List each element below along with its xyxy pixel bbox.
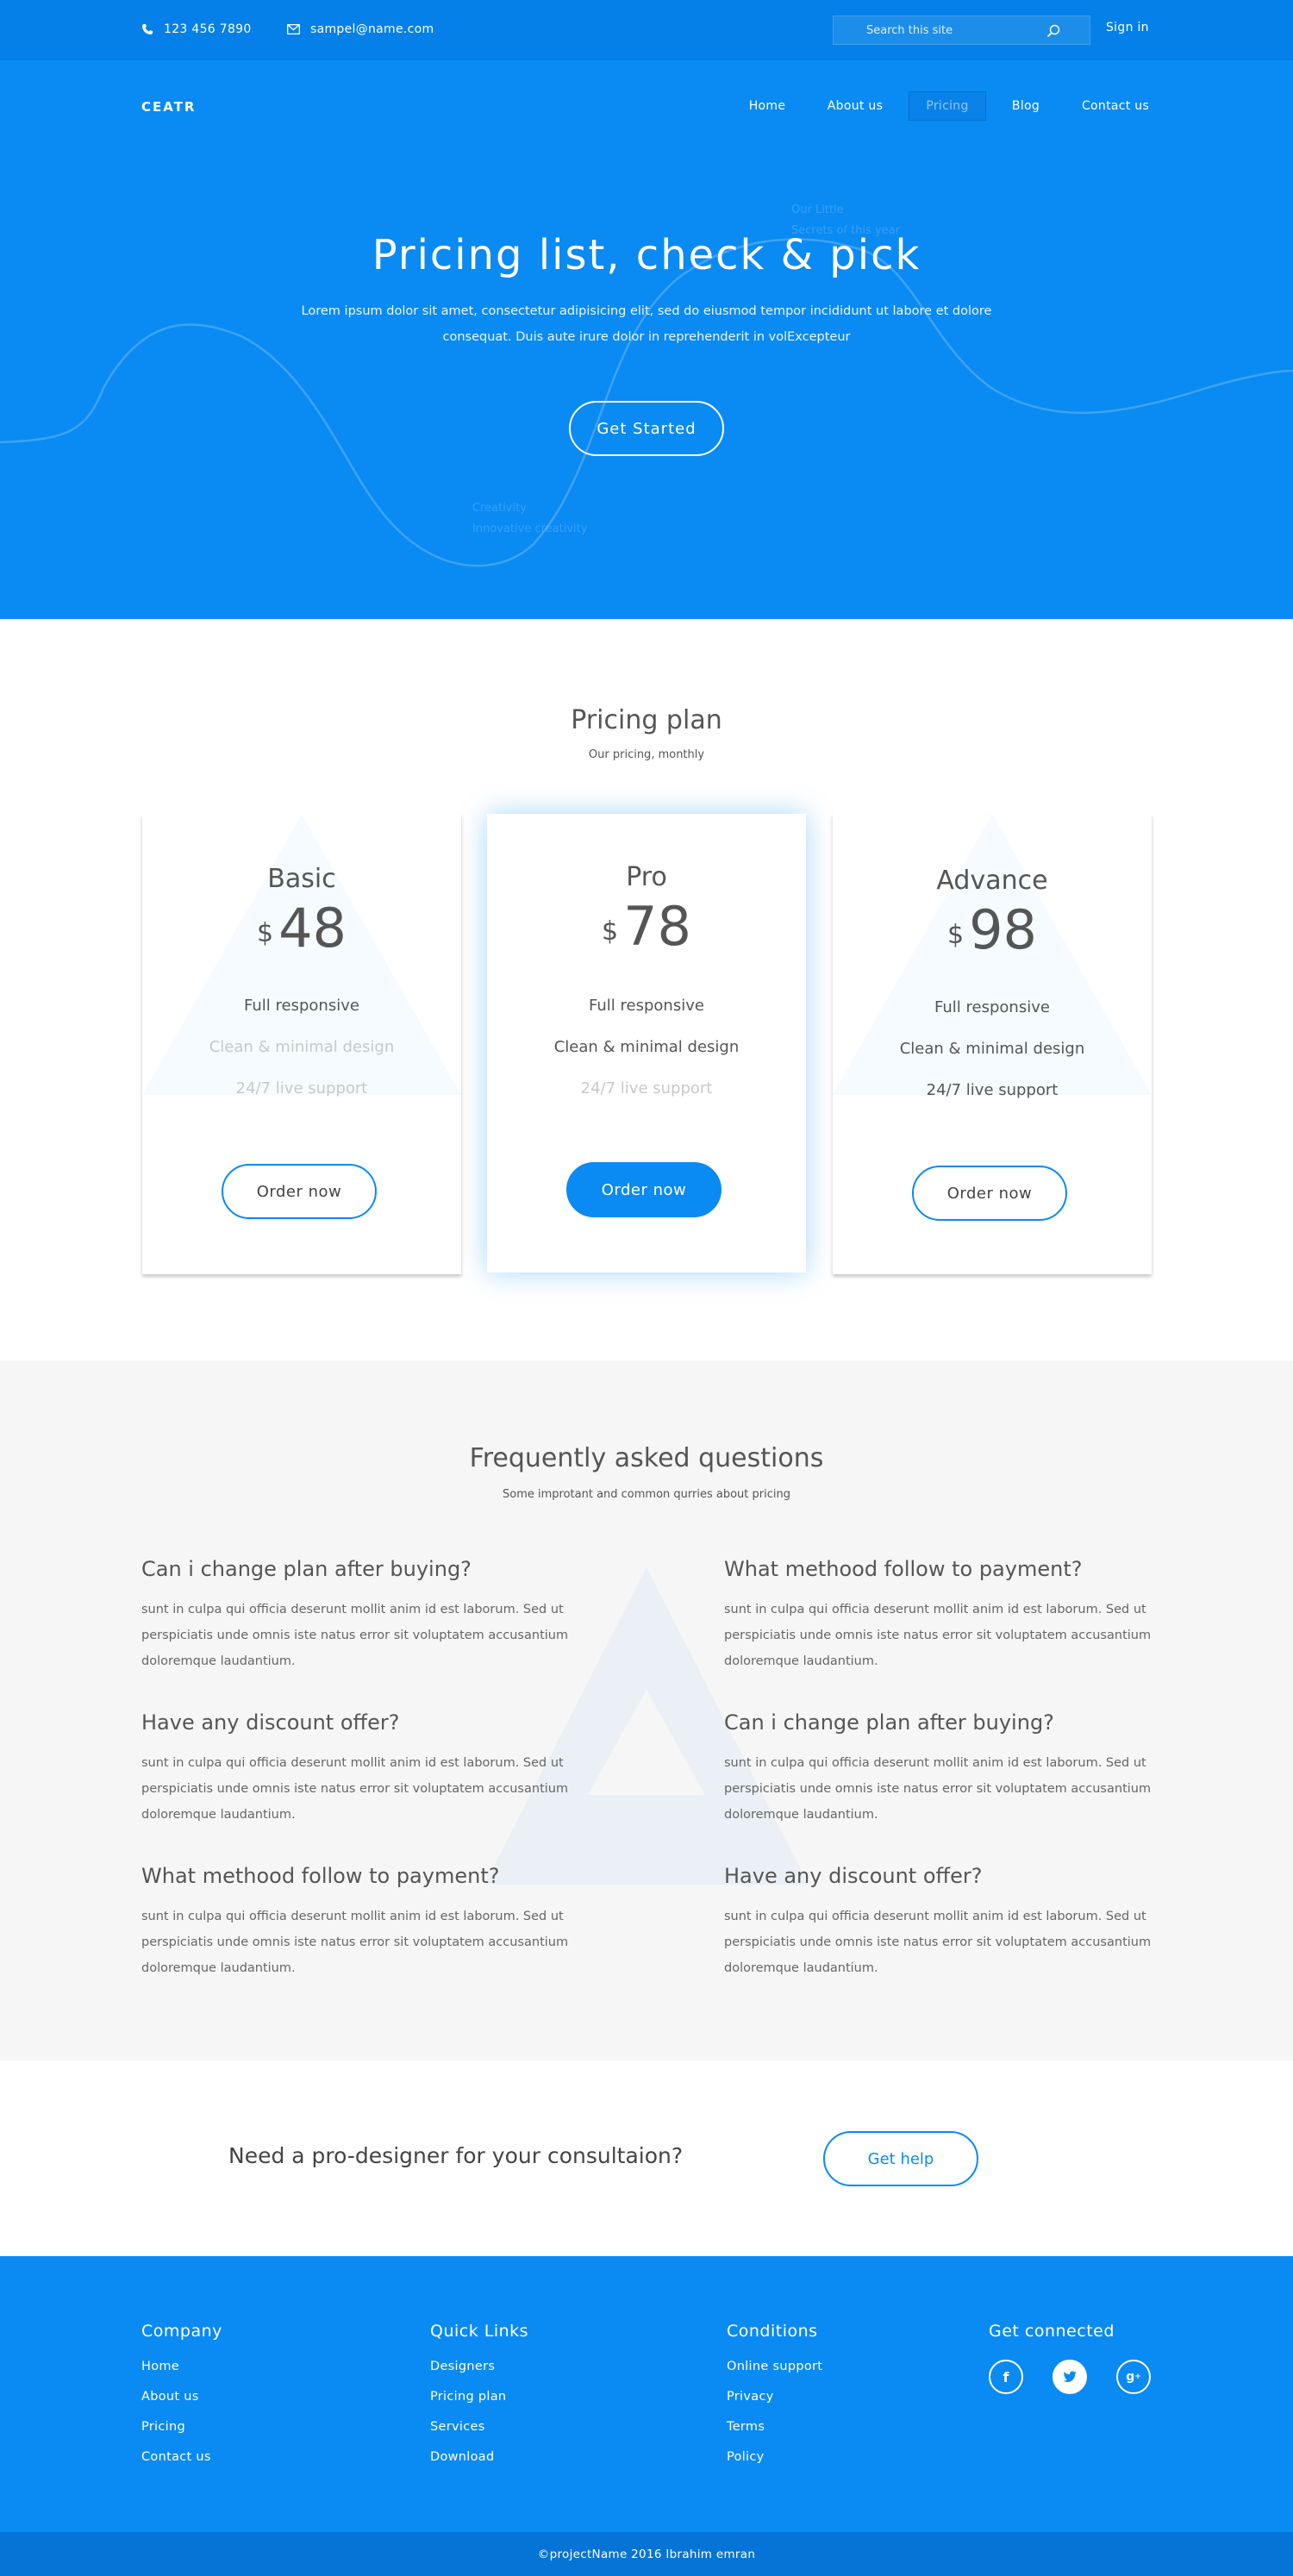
- plan-card-basic: Basic $48 Full responsive Clean & minima…: [142, 814, 461, 1274]
- footer-link-pricing[interactable]: Pricing: [141, 2420, 222, 2434]
- plan-feature-disabled: Clean & minimal design: [209, 1038, 395, 1056]
- order-now-button-advance[interactable]: Order now: [912, 1166, 1067, 1221]
- nav-pricing[interactable]: Pricing: [909, 91, 986, 121]
- faq-answer: sunt in culpa qui officia deserunt molli…: [724, 1910, 1152, 1975]
- get-help-button[interactable]: Get help: [823, 2131, 978, 2186]
- plan-feature: Clean & minimal design: [553, 1038, 740, 1056]
- footer-link-privacy[interactable]: Privacy: [727, 2390, 822, 2404]
- footer-link-about-us[interactable]: About us: [141, 2390, 222, 2404]
- faq-question: Have any discount offer?: [724, 1864, 983, 1888]
- phone-contact[interactable]: 123 456 7890: [141, 22, 252, 36]
- plan-name: Basic: [267, 864, 336, 894]
- email-contact[interactable]: sampel@name.com: [287, 22, 434, 36]
- get-started-button[interactable]: Get Started: [569, 401, 724, 456]
- plan-feature-disabled: 24/7 live support: [580, 1079, 713, 1097]
- footer-heading: Get connected: [989, 2322, 1115, 2341]
- faq-item: Have any discount offer? sunt in culpa q…: [141, 1710, 598, 1828]
- plan-card-advance: Advance $98 Full responsive Clean & mini…: [833, 814, 1152, 1274]
- footer-link-pricing-plan[interactable]: Pricing plan: [430, 2390, 528, 2404]
- plan-feature: 24/7 live support: [926, 1081, 1059, 1099]
- footer-heading: Conditions: [727, 2322, 818, 2341]
- pricing-title: Pricing plan: [571, 705, 722, 735]
- faq-item: Can i change plan after buying? sunt in …: [141, 1557, 598, 1674]
- plan-card-pro: Pro $78 Full responsive Clean & minimal …: [487, 814, 806, 1272]
- cta-text: Need a pro-designer for your consultaion…: [228, 2143, 684, 2168]
- search-icon[interactable]: [1046, 24, 1060, 38]
- faq-answer: sunt in culpa qui officia deserunt molli…: [141, 1910, 569, 1975]
- sign-in-link[interactable]: Sign in: [1106, 21, 1149, 34]
- faq-answer: sunt in culpa qui officia deserunt molli…: [141, 1756, 569, 1822]
- search-input[interactable]: [834, 16, 1058, 44]
- hero-title: Pricing list, check & pick: [372, 231, 921, 279]
- footer-conditions: Conditions Online support Privacy Terms …: [727, 2322, 822, 2480]
- nav-blog[interactable]: Blog: [1003, 91, 1048, 121]
- nav-home[interactable]: Home: [740, 91, 795, 121]
- faq-item: Have any discount offer? sunt in culpa q…: [724, 1864, 1181, 1981]
- footer-company: Company Home About us Pricing Contact us: [141, 2322, 222, 2480]
- hero-subtitle: Lorem ipsum dolor sit amet, consectetur …: [301, 304, 992, 344]
- faq-item: What methood follow to payment? sunt in …: [724, 1557, 1181, 1674]
- plan-feature: Full responsive: [244, 997, 359, 1015]
- plan-feature: Full responsive: [934, 998, 1050, 1016]
- hero-section: CEATR Home About us Pricing Blog Contact…: [0, 60, 1293, 619]
- footer-heading: Company: [141, 2322, 222, 2341]
- footer-link-services[interactable]: Services: [430, 2420, 528, 2434]
- faq-question: What methood follow to payment?: [141, 1864, 500, 1888]
- plan-price: $48: [257, 897, 347, 960]
- footer-link-designers[interactable]: Designers: [430, 2360, 528, 2373]
- footer: Company Home About us Pricing Contact us…: [0, 2256, 1293, 2532]
- pricing-subtitle: Our pricing, monthly: [588, 748, 705, 761]
- order-now-button-basic[interactable]: Order now: [222, 1164, 377, 1219]
- top-bar: 123 456 7890 sampel@name.com Sign in: [0, 0, 1293, 60]
- faq-item: Can i change plan after buying? sunt in …: [724, 1710, 1181, 1828]
- faq-answer: sunt in culpa qui officia deserunt molli…: [141, 1603, 569, 1668]
- faq-title: Frequently asked questions: [469, 1443, 824, 1473]
- footer-heading: Quick Links: [430, 2322, 529, 2341]
- order-now-button-pro[interactable]: Order now: [566, 1162, 721, 1217]
- email-address: sampel@name.com: [310, 22, 434, 36]
- google-plus-icon[interactable]: g +: [1116, 2360, 1151, 2394]
- faq-item: What methood follow to payment? sunt in …: [141, 1864, 598, 1981]
- plan-feature: Clean & minimal design: [899, 1040, 1085, 1058]
- footer-link-home[interactable]: Home: [141, 2360, 222, 2373]
- faq-question: Have any discount offer?: [141, 1710, 400, 1735]
- social-links: f g +: [989, 2360, 1151, 2394]
- nav-contact-us[interactable]: Contact us: [1074, 91, 1157, 121]
- footer-link-terms[interactable]: Terms: [727, 2420, 822, 2434]
- faq-answer: sunt in culpa qui officia deserunt molli…: [724, 1756, 1152, 1822]
- plan-price: $98: [947, 898, 1037, 961]
- faq-question: Can i change plan after buying?: [141, 1557, 472, 1581]
- footer-link-policy[interactable]: Policy: [727, 2450, 822, 2464]
- footer-link-download[interactable]: Download: [430, 2450, 528, 2464]
- plan-feature-disabled: 24/7 live support: [235, 1079, 368, 1097]
- phone-icon: [141, 23, 153, 35]
- faq-question: What methood follow to payment?: [724, 1557, 1083, 1581]
- plan-feature: Full responsive: [589, 997, 704, 1015]
- footer-quick-links: Quick Links Designers Pricing plan Servi…: [430, 2322, 528, 2480]
- faq-subtitle: Some improtant and common qurries about …: [503, 1488, 790, 1501]
- plan-price: $78: [602, 895, 691, 958]
- twitter-icon[interactable]: [1053, 2360, 1087, 2394]
- footer-get-connected: Get connected f g +: [989, 2322, 1151, 2394]
- envelope-icon: [287, 24, 300, 34]
- faq-section: Frequently asked questions Some improtan…: [0, 1360, 1293, 2060]
- footer-link-contact-us[interactable]: Contact us: [141, 2450, 222, 2464]
- plan-name: Pro: [626, 862, 667, 892]
- nav-about-us[interactable]: About us: [821, 91, 890, 121]
- copyright: ©projectName 2016 Ibrahim emran: [0, 2532, 1293, 2576]
- hero-faint-caption-2: Creativity Innovative creativity: [472, 502, 588, 535]
- footer-link-online-support[interactable]: Online support: [727, 2360, 822, 2373]
- faq-answer: sunt in culpa qui officia deserunt molli…: [724, 1603, 1152, 1668]
- search-box: [833, 16, 1090, 45]
- plan-name: Advance: [936, 866, 1048, 896]
- faq-question: Can i change plan after buying?: [724, 1710, 1054, 1735]
- facebook-icon[interactable]: f: [989, 2360, 1023, 2394]
- phone-number: 123 456 7890: [164, 22, 252, 36]
- site-logo[interactable]: CEATR: [141, 99, 196, 115]
